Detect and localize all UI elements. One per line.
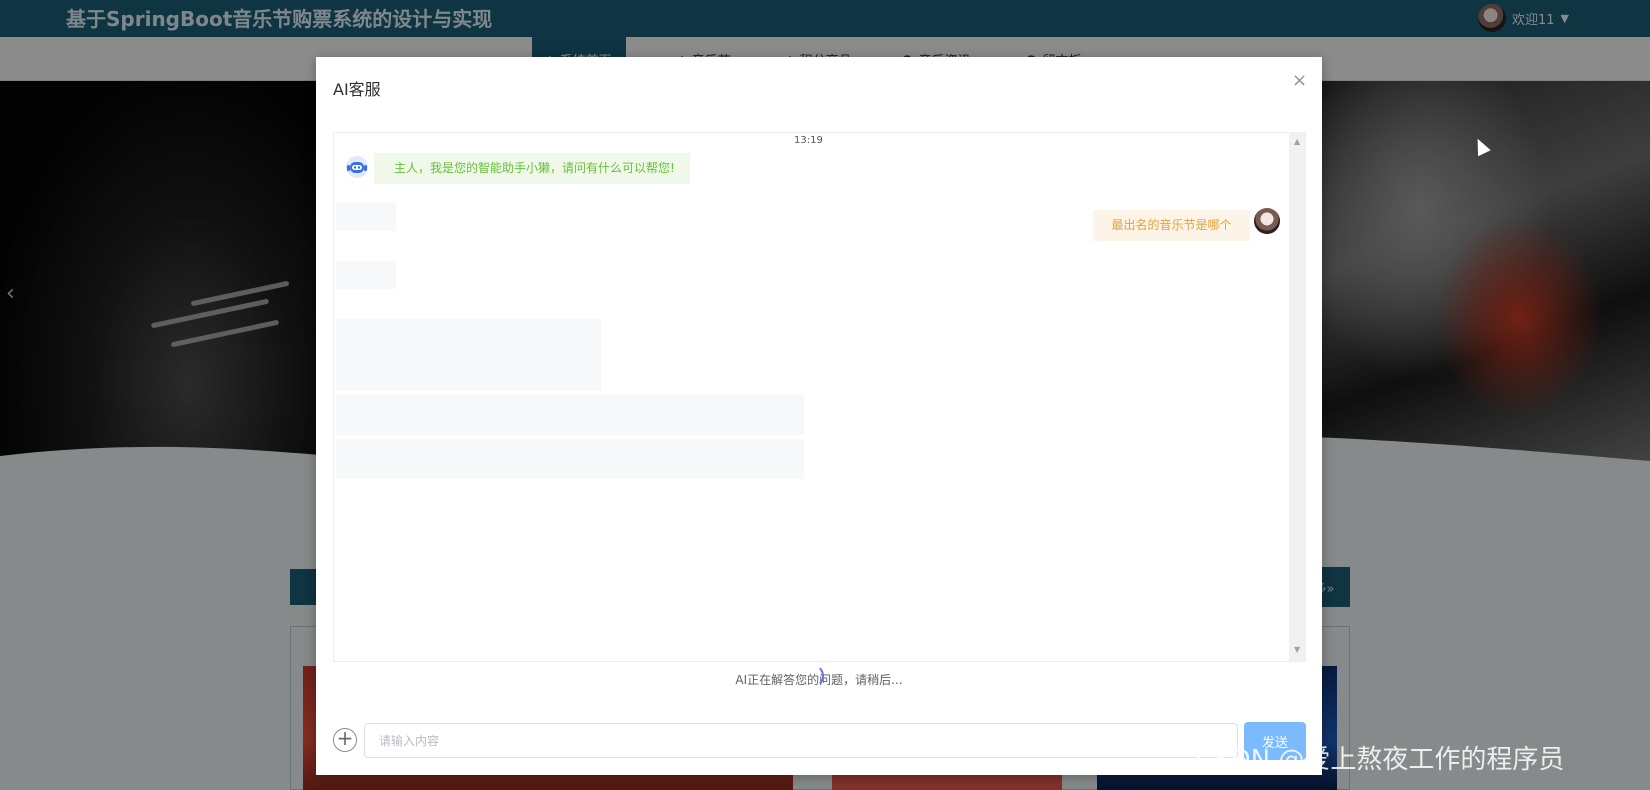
scroll-up-icon[interactable]: ▲ [1294,137,1300,146]
watermark: CSDN @爱上熬夜工作的程序员 [1196,745,1565,775]
bot-message: 主人，我是您的智能助手小獭，请问有什么可以帮您! [374,153,690,184]
loading-spinner-icon [800,664,824,688]
message-input[interactable] [364,723,1238,758]
chat-scrollbar[interactable]: ▲ ▼ [1289,133,1305,661]
scroll-down-icon[interactable]: ▼ [1294,645,1300,654]
message-timestamp: 13:19 [794,135,823,146]
robot-icon [346,156,368,178]
message-placeholder [336,395,804,435]
chat-history[interactable]: 13:19 主人，我是您的智能助手小獭，请问有什么可以帮您! 最出名的音乐节是哪… [333,132,1306,662]
message-placeholder [336,319,601,391]
loading-indicator: AI正在解答您的问题，请稍后... [316,664,1322,688]
user-avatar [1254,208,1280,234]
ai-service-dialog: AI客服 × 13:19 主人，我是您的智能助手小獭，请问有什么可以帮您! 最出… [316,57,1322,775]
message-placeholder [336,203,396,231]
user-message: 最出名的音乐节是哪个 [1093,210,1250,241]
add-attachment-button[interactable]: + [333,728,357,752]
close-icon[interactable]: × [1292,70,1307,91]
message-placeholder [336,439,804,479]
dialog-title: AI客服 [333,80,381,99]
message-placeholder [336,261,396,289]
